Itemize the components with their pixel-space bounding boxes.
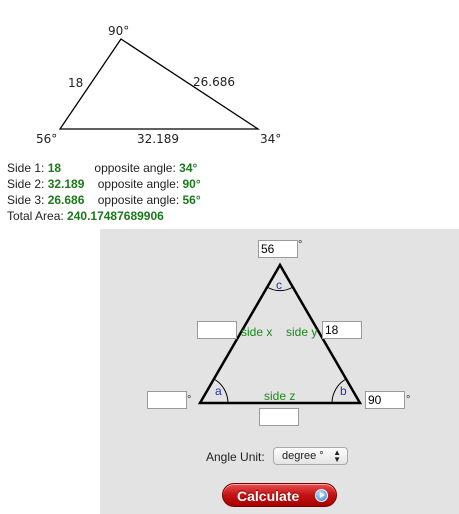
- total-area-value: 240.17487689906: [67, 209, 164, 223]
- angle-c-input[interactable]: [258, 240, 298, 258]
- triangle-calculator-panel: c a b side x side y side z ° ° ° Angle U…: [100, 229, 459, 514]
- angle-a-letter: a: [215, 384, 222, 398]
- results-summary: Side 1: 18 opposite angle: 34° Side 2: 3…: [7, 160, 201, 224]
- result-triangle-figure: 90° 56° 34° 18 26.686 32.189: [36, 24, 281, 146]
- result-row-area: Total Area: 240.17487689906: [7, 208, 201, 224]
- angle-a-input[interactable]: [147, 391, 187, 409]
- side-z-input[interactable]: [259, 408, 299, 426]
- angle-unit-select[interactable]: degree ° ▲ ▼: [273, 447, 348, 465]
- right-angle-label: 34°: [260, 132, 281, 146]
- bottom-side-label: 32.189: [137, 132, 179, 146]
- go-arrow-icon: [315, 489, 328, 502]
- angle-b-input[interactable]: [365, 391, 405, 409]
- angle-unit-selected: degree °: [282, 450, 324, 462]
- angle-c-letter: c: [276, 278, 282, 292]
- left-side-label: 18: [68, 76, 83, 90]
- side-3-value: 26.686: [47, 193, 85, 207]
- side-x-input[interactable]: [197, 321, 237, 339]
- side-1-opposite-label: opposite angle:: [94, 161, 176, 175]
- right-side-label: 26.686: [193, 75, 235, 89]
- total-area-label: Total Area:: [7, 209, 64, 223]
- top-angle-label: 90°: [108, 24, 129, 38]
- calculator-triangle-figure: c a b side x side y side z: [197, 262, 363, 405]
- side-1-value: 18: [47, 161, 62, 175]
- left-angle-label: 56°: [36, 132, 57, 146]
- calculate-button[interactable]: Calculate: [222, 483, 337, 507]
- angle-b-letter: b: [340, 384, 347, 398]
- result-row-side-2: Side 2: 32.189 opposite angle: 90°: [7, 176, 201, 192]
- side-1-opposite-value: 34°: [179, 161, 198, 175]
- side-y-label: side y: [286, 325, 317, 339]
- angle-b-degree: °: [406, 394, 411, 406]
- side-2-value: 32.189: [47, 177, 85, 191]
- result-row-side-3: Side 3: 26.686 opposite angle: 56°: [7, 192, 201, 208]
- result-row-side-1: Side 1: 18 opposite angle: 34°: [7, 160, 201, 176]
- side-1-label: Side 1:: [7, 161, 45, 175]
- side-2-opposite-label: opposite angle:: [97, 177, 180, 191]
- side-3-label: Side 3:: [7, 193, 45, 207]
- side-3-opposite-label: opposite angle:: [97, 193, 180, 207]
- select-arrows-icon: ▲ ▼: [333, 448, 341, 464]
- calculate-button-label: Calculate: [237, 488, 300, 504]
- side-y-input[interactable]: [322, 321, 362, 339]
- side-3-opposite-value: 56°: [182, 193, 201, 207]
- side-x-label: side x: [241, 325, 272, 339]
- angle-unit-label: Angle Unit:: [206, 450, 265, 464]
- side-2-label: Side 2:: [7, 177, 45, 191]
- side-2-opposite-value: 90°: [182, 177, 201, 191]
- side-z-label: side z: [264, 389, 295, 403]
- angle-c-degree: °: [298, 239, 303, 251]
- angle-a-degree: °: [187, 394, 192, 406]
